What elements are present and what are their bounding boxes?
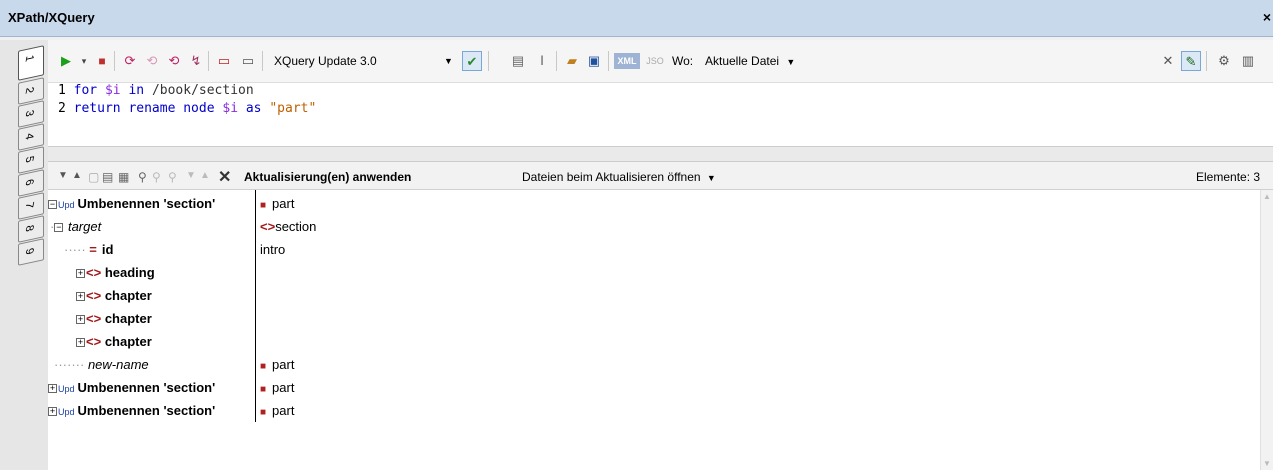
tree-row[interactable]: ······· new-name ■ part [48, 353, 1260, 376]
expand-node-icon[interactable]: + [48, 384, 57, 394]
results-tree: − Upd Umbenennen 'section' ■ part · − target… [48, 190, 1260, 470]
bullet-icon: ■ [260, 361, 267, 372]
debug-step-icon[interactable]: ⟲ [142, 51, 162, 71]
copy-icon[interactable]: ▢ [88, 170, 99, 184]
attribute-icon: = [89, 242, 97, 257]
where-select[interactable]: Aktuelle Datei ▼ [705, 52, 795, 70]
validate-icon[interactable]: ✔ [462, 51, 482, 71]
expand-node-icon[interactable]: + [76, 292, 85, 302]
language-chevron-down-icon[interactable]: ▼ [444, 52, 453, 70]
stop-icon[interactable]: ■ [92, 51, 112, 71]
tree-row[interactable]: + <> chapter [48, 307, 1260, 330]
tree-row[interactable]: + Upd Umbenennen 'section' ■ part [48, 399, 1260, 422]
update-badge: Upd [58, 200, 75, 210]
window-titlebar: XPath/XQuery × [0, 0, 1273, 37]
bullet-icon: ■ [260, 384, 267, 395]
main-toolbar: ▶ ▾ ■ ⟳ ⟲ ⟲ ↯ ▭ ▭ XQuery Update 3.0 ▼ ✔ … [48, 40, 1273, 82]
close-icon[interactable]: × [1263, 9, 1271, 25]
where-chevron-down-icon: ▼ [786, 57, 796, 67]
debug-start-icon[interactable]: ⟳ [120, 51, 140, 71]
tab-1[interactable]: 1 [18, 45, 44, 81]
text-view-icon[interactable]: ▤ [508, 51, 528, 71]
save-icon[interactable]: ▣ [584, 51, 604, 71]
where-label: Wo: [672, 54, 694, 68]
close-results-icon[interactable]: ✕ [218, 167, 231, 187]
column-divider[interactable] [255, 190, 256, 422]
copy-all-icon[interactable]: ▤ [102, 170, 113, 184]
find-prev-icon[interactable]: ⚲ [168, 170, 177, 184]
xml-mode-button[interactable]: XML [614, 53, 640, 69]
gear-icon[interactable]: ⚙ [1214, 51, 1234, 71]
chevron-down-icon: ▼ [706, 173, 716, 183]
tree-row[interactable]: + <> chapter [48, 284, 1260, 307]
language-select[interactable]: XQuery Update 3.0 [274, 52, 377, 70]
element-icon: <> [260, 219, 276, 234]
open-file-icon[interactable]: ▰ [562, 51, 582, 71]
element-icon: <> [86, 311, 102, 326]
panel-icon[interactable]: ▥ [1238, 51, 1258, 71]
expand-icon[interactable]: ▼ [58, 170, 68, 181]
collapse-node-icon[interactable]: − [48, 200, 57, 210]
results-toolbar: ▼ ▲ ▢ ▤ ▦ ⚲ ⚲ ⚲ ▼ ▲ ✕ Aktualisierung(en)… [48, 162, 1273, 190]
move-down-icon[interactable]: ▼ [186, 170, 196, 181]
element-icon: <> [86, 334, 102, 349]
query-editor[interactable]: 1 for $i in /book/section 2 return renam… [48, 82, 1273, 146]
expand-node-icon[interactable]: + [76, 338, 85, 348]
tree-row[interactable]: − Upd Umbenennen 'section' ■ part [48, 192, 1260, 215]
tools-icon[interactable]: ✕ [1158, 51, 1178, 71]
expand-node-icon[interactable]: + [76, 315, 85, 325]
bullet-icon: ■ [260, 407, 267, 418]
bullet-icon: ■ [260, 200, 267, 211]
code-line-2: 2 return rename node $i as "part" [58, 101, 317, 116]
update-badge: Upd [58, 384, 75, 394]
run-icon[interactable]: ▶ [56, 51, 76, 71]
apply-updates-button[interactable]: Aktualisierung(en) anwenden [244, 170, 411, 184]
tree-row[interactable]: + <> chapter [48, 330, 1260, 353]
tree-row[interactable]: ····· = id intro [48, 238, 1260, 261]
tree-row[interactable]: + <> heading [48, 261, 1260, 284]
insert-icon[interactable]: ▭ [214, 51, 234, 71]
expand-node-icon[interactable]: + [48, 407, 57, 417]
element-icon: <> [86, 288, 102, 303]
move-up-icon[interactable]: ▲ [200, 170, 210, 181]
find-icon[interactable]: ⚲ [138, 170, 147, 184]
scroll-down-icon[interactable]: ▼ [1263, 459, 1271, 468]
json-mode-button[interactable]: JSO [642, 53, 668, 69]
debug-stop-icon[interactable]: ⟲ [164, 51, 184, 71]
results-scrollbar[interactable]: ▲ ▼ [1260, 190, 1273, 470]
tab-9[interactable]: 9 [18, 238, 44, 266]
remove-icon[interactable]: ▭ [238, 51, 258, 71]
tree-row[interactable]: · − target <>section [48, 215, 1260, 238]
pane-splitter[interactable] [48, 146, 1273, 162]
debug-continue-icon[interactable]: ↯ [186, 51, 206, 71]
open-files-dropdown[interactable]: Dateien beim Aktualisieren öffnen ▼ [522, 170, 716, 184]
output-toggle-icon[interactable]: ✎ [1181, 51, 1201, 71]
elements-count: Elemente: 3 [1196, 170, 1261, 184]
expand-node-icon[interactable]: + [76, 269, 85, 279]
code-line-1: 1 for $i in /book/section [58, 83, 254, 98]
update-badge: Upd [58, 407, 75, 417]
collapse-icon[interactable]: ▲ [72, 170, 82, 181]
tree-row[interactable]: + Upd Umbenennen 'section' ■ part [48, 376, 1260, 399]
cursor-icon[interactable]: Ⅰ [532, 51, 552, 71]
grid-icon[interactable]: ▦ [118, 170, 129, 184]
vertical-tab-strip: 1 2 3 4 5 6 7 8 9 [0, 40, 48, 470]
element-icon: <> [86, 265, 102, 280]
collapse-node-icon[interactable]: − [54, 223, 64, 233]
run-dropdown-icon[interactable]: ▾ [74, 51, 94, 71]
scroll-up-icon[interactable]: ▲ [1263, 192, 1271, 201]
window-title: XPath/XQuery [8, 10, 95, 25]
find-next-icon[interactable]: ⚲ [152, 170, 161, 184]
